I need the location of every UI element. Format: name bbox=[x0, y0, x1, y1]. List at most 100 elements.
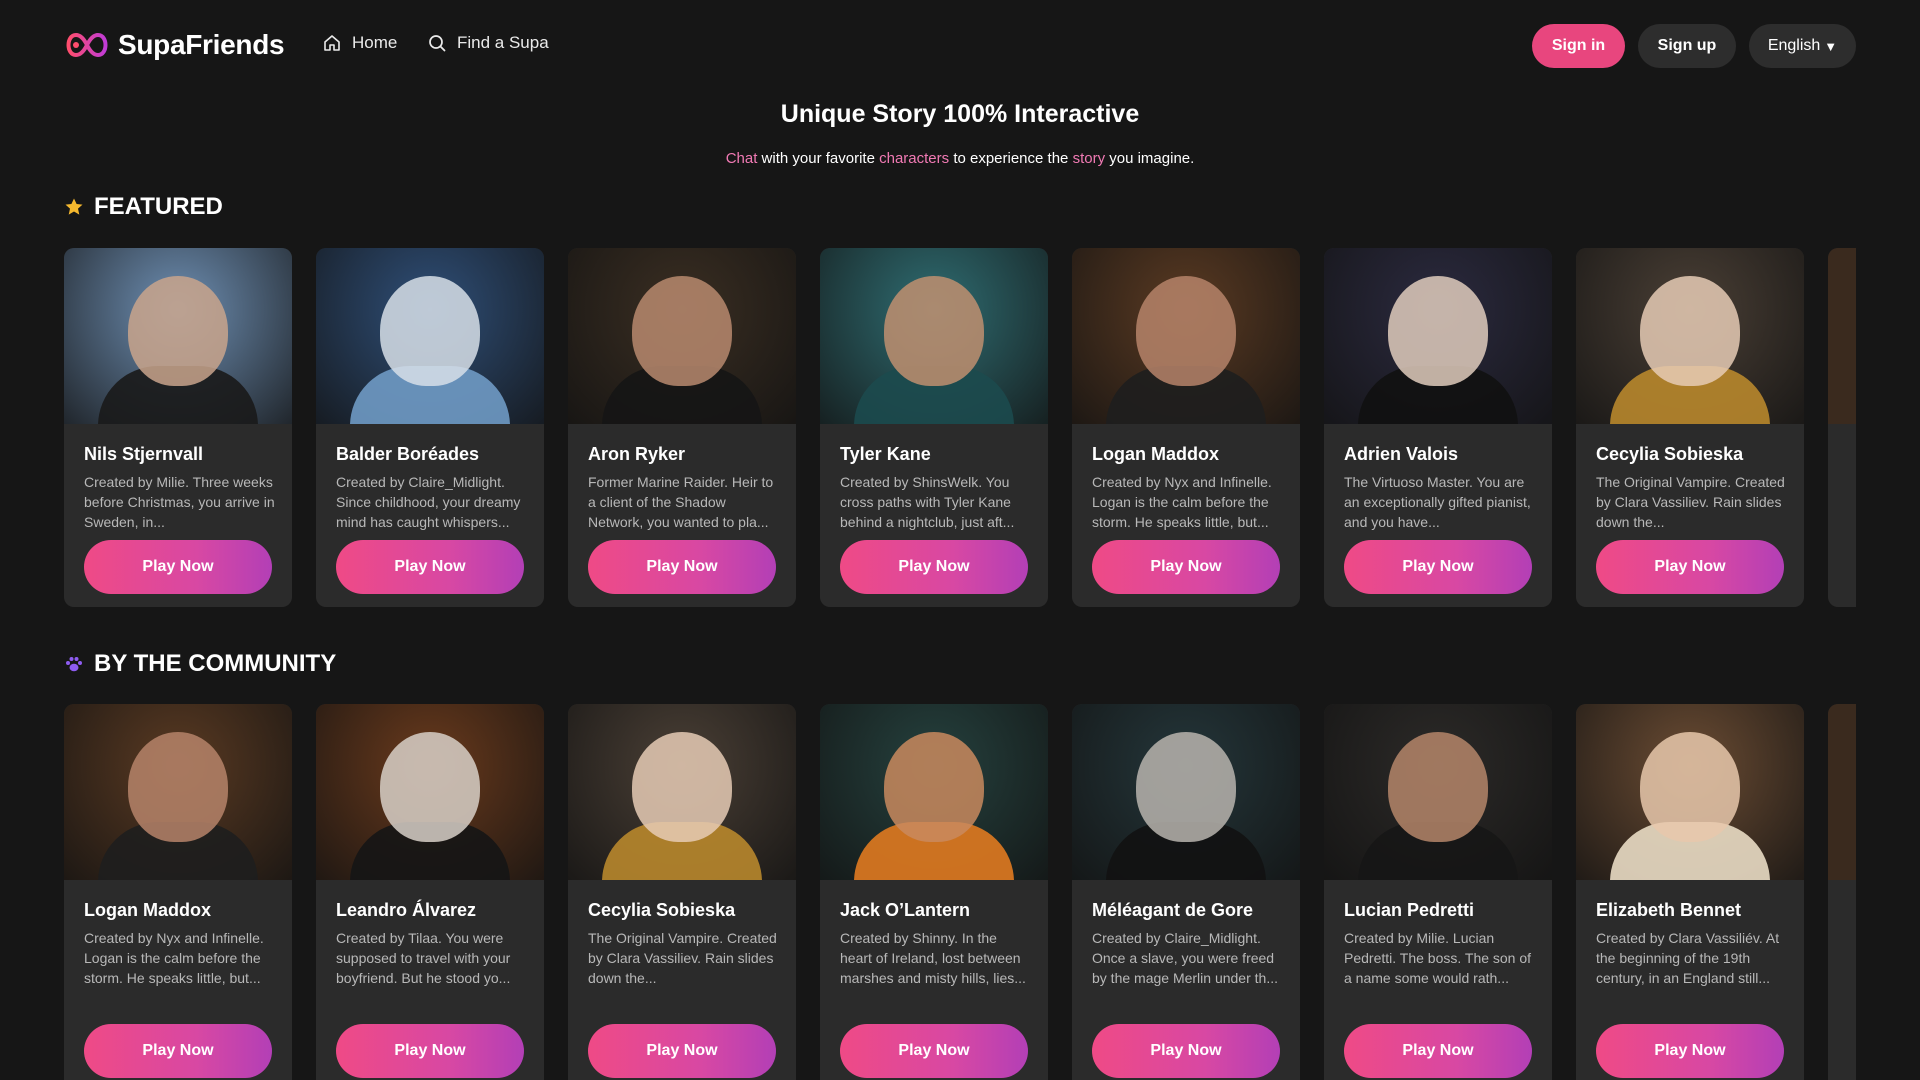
character-portrait[interactable] bbox=[820, 248, 1048, 424]
character-portrait[interactable] bbox=[1324, 248, 1552, 424]
portrait-face bbox=[632, 276, 732, 386]
featured-heading: FEATURED bbox=[64, 193, 223, 221]
featured-title: FEATURED bbox=[94, 193, 223, 220]
character-card[interactable]: Logan Maddox Created by Nyx and Infinelle… bbox=[1072, 248, 1300, 607]
character-name: Balder Boréades bbox=[336, 444, 480, 464]
hero-word-story: story bbox=[1072, 150, 1106, 167]
star-icon bbox=[65, 198, 83, 215]
hero-text-3: you imagine. bbox=[1109, 150, 1195, 167]
character-portrait[interactable] bbox=[568, 248, 796, 424]
character-portrait[interactable] bbox=[1828, 704, 1856, 880]
portrait-face bbox=[1136, 276, 1236, 386]
character-card[interactable]: Logan Maddox Created by Nyx and Infinelle… bbox=[64, 704, 292, 1080]
community-carousel: Logan Maddox Created by Nyx and Infinelle… bbox=[64, 704, 1856, 1080]
hero-title: Unique Story 100% Interactive bbox=[780, 100, 1140, 128]
character-name: Nils Stjernvall bbox=[84, 444, 204, 464]
character-description: Created by Claire_Midlight. Since childh… bbox=[336, 474, 521, 530]
play-now-button[interactable]: Play Now bbox=[336, 540, 524, 594]
language-label: English bbox=[1767, 37, 1821, 54]
search-icon bbox=[429, 35, 446, 52]
paw-icon bbox=[66, 657, 82, 672]
play-now-button[interactable]: Play Now bbox=[1344, 540, 1532, 594]
character-portrait[interactable] bbox=[1576, 248, 1804, 424]
character-name: Logan Maddox bbox=[1092, 444, 1219, 464]
portrait-face bbox=[1640, 732, 1740, 842]
character-description: Created by Tilaa. You were supposed to t… bbox=[336, 930, 511, 986]
character-description: Created by Nyx and Infinelle. Logan is t… bbox=[84, 930, 264, 986]
hero-word-chat: Chat bbox=[725, 150, 758, 167]
sign-up-button[interactable]: Sign up bbox=[1638, 24, 1736, 68]
character-description: Created by Clara Vassiliév. At the begin… bbox=[1596, 930, 1780, 986]
character-name: Jack O’Lantern bbox=[840, 900, 971, 920]
nav-home[interactable]: Home bbox=[322, 33, 397, 53]
character-portrait[interactable] bbox=[568, 704, 796, 880]
character-name: Adrien Valois bbox=[1344, 444, 1459, 464]
play-now-button[interactable]: Play Now bbox=[1092, 1024, 1280, 1078]
character-name: Méléagant de Gore bbox=[1092, 900, 1254, 920]
character-card[interactable]: Nils Stjernvall Created by Milie. Three w… bbox=[64, 248, 292, 607]
character-name: Cecylia Sobieska bbox=[1596, 444, 1744, 464]
play-now-button[interactable]: Play Now bbox=[84, 1024, 272, 1078]
nav-home-label: Home bbox=[352, 33, 398, 52]
character-portrait[interactable] bbox=[1072, 248, 1300, 424]
character-name: Cecylia Sobieska bbox=[588, 900, 736, 920]
portrait-face bbox=[884, 276, 984, 386]
character-card[interactable]: Balder Boréades Created by Claire_Midligh… bbox=[316, 248, 544, 607]
character-card[interactable]: Aron Ryker Former Marine Raider. Heir to … bbox=[568, 248, 796, 607]
hero-text-1: with your favorite bbox=[761, 150, 875, 167]
top-navbar: SupaFriends Home Find a Supa Sign in Sig… bbox=[0, 0, 1920, 92]
infinity-logo-icon bbox=[66, 32, 108, 58]
sign-in-button[interactable]: Sign in bbox=[1532, 24, 1625, 68]
play-now-button[interactable]: Play Now bbox=[1596, 1024, 1784, 1078]
portrait-face bbox=[1388, 732, 1488, 842]
character-description: Created by Nyx and Infinelle. Logan is t… bbox=[1092, 474, 1272, 530]
character-card[interactable]: Cecylia Sobieska The Original Vampire. Cr… bbox=[568, 704, 796, 1080]
character-card-partial[interactable] bbox=[1828, 248, 1856, 607]
language-select[interactable]: English ▼ bbox=[1749, 24, 1856, 68]
character-description: Created by Shinny. In the heart of Irela… bbox=[840, 930, 1026, 986]
character-name: Lucian Pedretti bbox=[1344, 900, 1475, 920]
portrait-face bbox=[1640, 276, 1740, 386]
play-now-button[interactable]: Play Now bbox=[588, 1024, 776, 1078]
logo-text: SupaFriends bbox=[118, 29, 285, 60]
character-portrait[interactable] bbox=[1324, 704, 1552, 880]
character-portrait[interactable] bbox=[1828, 248, 1856, 424]
character-card[interactable]: Adrien Valois The Virtuoso Master. You ar… bbox=[1324, 248, 1552, 607]
character-portrait[interactable] bbox=[1576, 704, 1804, 880]
character-portrait[interactable] bbox=[64, 704, 292, 880]
logo[interactable]: SupaFriends bbox=[64, 27, 285, 63]
portrait-face bbox=[1136, 732, 1236, 842]
character-description: Created by Milie. Three weeks before Chr… bbox=[84, 474, 275, 530]
character-card[interactable]: Tyler Kane Created by ShinsWelk. You cros… bbox=[820, 248, 1048, 607]
play-now-button[interactable]: Play Now bbox=[1344, 1024, 1532, 1078]
play-now-button[interactable]: Play Now bbox=[84, 540, 272, 594]
play-now-button[interactable]: Play Now bbox=[588, 540, 776, 594]
character-card[interactable]: Méléagant de Gore Created by Claire_Midli… bbox=[1072, 704, 1300, 1080]
nav-find-a-supa[interactable]: Find a Supa bbox=[427, 33, 549, 53]
character-description: Created by Milie. Lucian Pedretti. The b… bbox=[1344, 930, 1532, 986]
play-now-button[interactable]: Play Now bbox=[336, 1024, 524, 1078]
play-now-button[interactable]: Play Now bbox=[1596, 540, 1784, 594]
character-portrait[interactable] bbox=[64, 248, 292, 424]
character-card-partial[interactable] bbox=[1828, 704, 1856, 1080]
character-portrait[interactable] bbox=[820, 704, 1048, 880]
character-description: The Original Vampire. Created by Clara V… bbox=[588, 930, 777, 986]
character-card[interactable]: Jack O’Lantern Created by Shinny. In the … bbox=[820, 704, 1048, 1080]
play-now-button[interactable]: Play Now bbox=[840, 1024, 1028, 1078]
portrait-face bbox=[128, 732, 228, 842]
character-card[interactable]: Elizabeth Bennet Created by Clara Vassili… bbox=[1576, 704, 1804, 1080]
portrait-face bbox=[380, 732, 480, 842]
character-description: The Original Vampire. Created by Clara V… bbox=[1596, 474, 1785, 530]
portrait-face bbox=[380, 276, 480, 386]
character-portrait[interactable] bbox=[316, 704, 544, 880]
character-card[interactable]: Lucian Pedretti Created by Milie. Lucian … bbox=[1324, 704, 1552, 1080]
featured-carousel: Nils Stjernvall Created by Milie. Three w… bbox=[64, 248, 1856, 608]
character-card[interactable]: Leandro Álvarez Created by Tilaa. You wer… bbox=[316, 704, 544, 1080]
play-now-button[interactable]: Play Now bbox=[840, 540, 1028, 594]
portrait-face bbox=[128, 276, 228, 386]
play-now-button[interactable]: Play Now bbox=[1092, 540, 1280, 594]
community-heading: BY THE COMMUNITY bbox=[64, 650, 336, 678]
character-portrait[interactable] bbox=[316, 248, 544, 424]
character-card[interactable]: Cecylia Sobieska The Original Vampire. Cr… bbox=[1576, 248, 1804, 607]
character-portrait[interactable] bbox=[1072, 704, 1300, 880]
